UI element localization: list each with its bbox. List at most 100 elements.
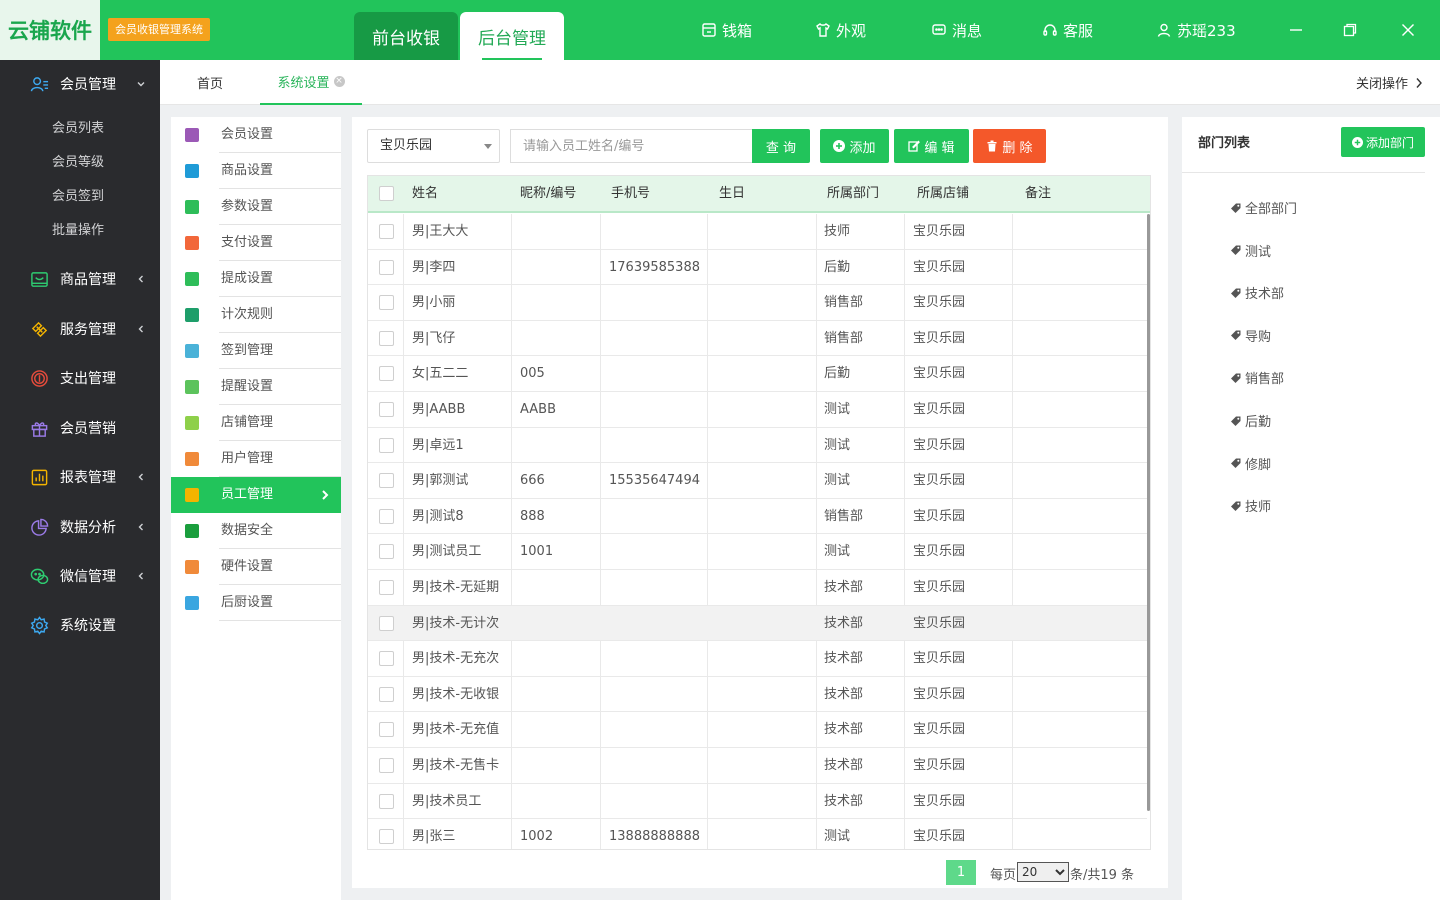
- row-checkbox[interactable]: [379, 722, 394, 738]
- table-row[interactable]: 男|郭测试 666 15535647494 测试 宝贝乐园: [368, 463, 1147, 499]
- settings-item-payment[interactable]: 支付设置: [171, 225, 341, 261]
- department-item[interactable]: 技师: [1230, 496, 1271, 515]
- settings-item-hardware[interactable]: 硬件设置: [171, 549, 341, 585]
- table-row[interactable]: 男|AABB AABB 测试 宝贝乐园: [368, 392, 1147, 428]
- row-checkbox[interactable]: [379, 224, 394, 239]
- row-checkbox[interactable]: [379, 615, 394, 631]
- table-row[interactable]: 男|技术-无充次 技术部 宝贝乐园: [368, 641, 1147, 677]
- sidebar-sub-member-checkin[interactable]: 会员签到: [52, 185, 104, 204]
- sidebar-item-report[interactable]: 报表管理: [0, 453, 160, 501]
- row-checkbox[interactable]: [379, 544, 394, 560]
- sidebar-item-member[interactable]: 会员管理: [0, 60, 160, 108]
- settings-item-user[interactable]: 用户管理: [171, 441, 341, 477]
- edit-button[interactable]: 编 辑: [894, 129, 969, 163]
- department-item[interactable]: 全部部门: [1230, 198, 1297, 217]
- table-row[interactable]: 男|王大大 技师 宝贝乐园: [368, 214, 1147, 250]
- table-row[interactable]: 男|张三 1002 13888888888 测试 宝贝乐园: [368, 819, 1147, 849]
- nav-cash-box[interactable]: 钱箱: [701, 0, 752, 60]
- minimize-button[interactable]: [1276, 0, 1316, 60]
- row-checkbox[interactable]: [379, 366, 394, 382]
- nav-user[interactable]: 苏瑶233: [1156, 0, 1236, 60]
- page-number-button[interactable]: 1: [946, 860, 976, 885]
- row-checkbox[interactable]: [379, 508, 394, 524]
- sidebar-sub-batch-ops[interactable]: 批量操作: [52, 219, 104, 238]
- settings-item-commission[interactable]: 提成设置: [171, 261, 341, 297]
- add-department-button[interactable]: 添加部门: [1341, 127, 1425, 157]
- row-checkbox[interactable]: [379, 437, 394, 453]
- row-checkbox[interactable]: [379, 758, 394, 773]
- settings-item-member[interactable]: 会员设置: [171, 117, 341, 153]
- tab-home[interactable]: 首页: [160, 60, 260, 105]
- restore-button[interactable]: [1330, 0, 1370, 60]
- table-row[interactable]: 男|李四 17639585388 后勤 宝贝乐园: [368, 250, 1147, 286]
- row-checkbox[interactable]: [379, 580, 394, 595]
- settings-item-staff[interactable]: 员工管理: [171, 477, 341, 513]
- table-cell: 15535647494: [609, 473, 700, 489]
- table-row[interactable]: 男|技术-无计次 技术部 宝贝乐园: [368, 605, 1147, 642]
- settings-item-checkin[interactable]: 签到管理: [171, 333, 341, 369]
- table-cell: 宝贝乐园: [913, 295, 966, 311]
- row-checkbox[interactable]: [379, 829, 394, 845]
- nav-support[interactable]: 客服: [1042, 0, 1093, 60]
- query-button[interactable]: 查 询: [752, 129, 810, 163]
- table-row[interactable]: 男|小丽 销售部 宝贝乐园: [368, 285, 1147, 321]
- table-row[interactable]: 男|技术-无延期 技术部 宝贝乐园: [368, 570, 1147, 606]
- table-row[interactable]: 女|五二二 005 后勤 宝贝乐园: [368, 356, 1147, 392]
- row-checkbox[interactable]: [379, 473, 394, 489]
- nav-appearance[interactable]: 外观: [815, 0, 866, 60]
- table-row[interactable]: 男|飞仔 销售部 宝贝乐园: [368, 321, 1147, 357]
- nav-message[interactable]: 消息: [931, 0, 982, 60]
- department-item[interactable]: 导购: [1230, 326, 1271, 345]
- row-checkbox[interactable]: [379, 330, 394, 346]
- total-count: 条/共19 条: [1070, 868, 1135, 883]
- sidebar-sub-member-level[interactable]: 会员等级: [52, 151, 104, 170]
- sidebar-item-analysis[interactable]: 数据分析: [0, 503, 160, 551]
- table-row[interactable]: 男|技术-无收银 技术部 宝贝乐园: [368, 677, 1147, 713]
- sidebar-item-marketing[interactable]: 会员营销: [0, 404, 160, 452]
- sidebar-item-system[interactable]: 系统设置: [0, 601, 160, 649]
- sidebar-sub-member-list[interactable]: 会员列表: [52, 117, 104, 136]
- tab-close-icon[interactable]: ×: [333, 76, 345, 87]
- row-checkbox[interactable]: [379, 651, 394, 667]
- table-scrollbar[interactable]: [1147, 214, 1150, 811]
- close-operations[interactable]: 关闭操作: [1356, 60, 1424, 105]
- department-item[interactable]: 技术部: [1230, 283, 1284, 302]
- back-admin-tab[interactable]: 后台管理: [460, 12, 564, 60]
- row-checkbox[interactable]: [379, 295, 394, 311]
- settings-item-goods[interactable]: 商品设置: [171, 153, 341, 189]
- table-row[interactable]: 男|测试8 888 销售部 宝贝乐园: [368, 499, 1147, 535]
- row-checkbox[interactable]: [379, 793, 394, 809]
- row-checkbox[interactable]: [379, 259, 394, 275]
- tab-system-settings[interactable]: 系统设置 ×: [260, 60, 362, 105]
- settings-item-store[interactable]: 店铺管理: [171, 405, 341, 441]
- sidebar-item-service[interactable]: 服务管理: [0, 305, 160, 353]
- settings-item-count-rules[interactable]: 计次规则: [171, 297, 341, 333]
- table-row[interactable]: 男|技术-无充值 技术部 宝贝乐园: [368, 712, 1147, 748]
- department-item[interactable]: 修脚: [1230, 454, 1271, 473]
- settings-item-label: 参数设置: [221, 199, 274, 214]
- add-button[interactable]: 添加: [820, 129, 889, 163]
- sidebar-item-wechat[interactable]: 微信管理: [0, 552, 160, 600]
- table-row[interactable]: 男|卓远1 测试 宝贝乐园: [368, 428, 1147, 464]
- settings-item-data-security[interactable]: 数据安全: [171, 513, 341, 549]
- close-window-button[interactable]: [1388, 0, 1428, 60]
- staff-search-input[interactable]: [510, 129, 753, 163]
- table-row[interactable]: 男|技术员工 技术部 宝贝乐园: [368, 784, 1147, 820]
- department-item[interactable]: 销售部: [1230, 368, 1284, 387]
- department-item[interactable]: 后勤: [1230, 411, 1271, 430]
- row-checkbox[interactable]: [379, 686, 394, 702]
- delete-button[interactable]: 删 除: [973, 129, 1046, 163]
- sidebar-item-expense[interactable]: 支出管理: [0, 354, 160, 402]
- select-all-checkbox[interactable]: [379, 186, 394, 201]
- department-item[interactable]: 测试: [1230, 241, 1271, 260]
- row-checkbox[interactable]: [379, 402, 394, 417]
- settings-item-reminder[interactable]: 提醒设置: [171, 369, 341, 405]
- table-row[interactable]: 男|技术-无售卡 技术部 宝贝乐园: [368, 748, 1147, 784]
- front-cashier-tab[interactable]: 前台收银: [354, 12, 458, 60]
- per-page-select[interactable]: 20: [1017, 862, 1069, 882]
- store-select[interactable]: 宝贝乐园: [367, 129, 500, 163]
- settings-item-params[interactable]: 参数设置: [171, 189, 341, 225]
- table-row[interactable]: 男|测试员工 1001 测试 宝贝乐园: [368, 534, 1147, 570]
- settings-item-kitchen[interactable]: 后厨设置: [171, 585, 341, 621]
- sidebar-item-goods[interactable]: 商品管理: [0, 255, 160, 303]
